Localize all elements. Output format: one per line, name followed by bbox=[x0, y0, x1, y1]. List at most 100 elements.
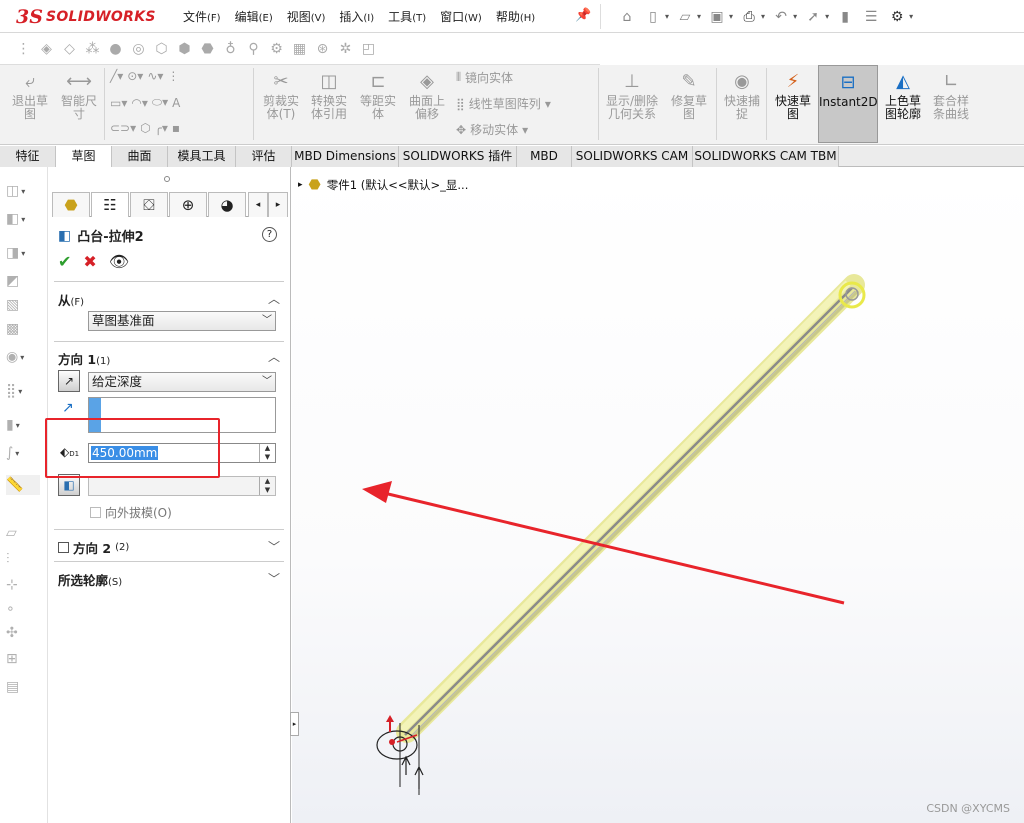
tab-features[interactable]: 特征 bbox=[0, 146, 56, 167]
feature-manager-tab-icon[interactable]: ⬣ bbox=[52, 192, 90, 217]
ellipse-icon[interactable]: ⬭▾ bbox=[152, 95, 168, 110]
shell-icon[interactable]: ▩ bbox=[6, 319, 40, 339]
toolbar-icon-7[interactable]: ⬢ bbox=[175, 40, 194, 58]
offset-on-surface-button[interactable]: ◈ 曲面上偏移 bbox=[404, 69, 450, 121]
reference-plane-icon[interactable]: ▱ bbox=[6, 523, 40, 543]
draft-outward-checkbox[interactable]: 向外拔模(O) bbox=[90, 504, 172, 521]
toolbar-icon-11[interactable]: ⚙ bbox=[267, 40, 286, 58]
toolbar-icon-1[interactable]: ◈ bbox=[37, 40, 56, 58]
toolbar-icon-2[interactable]: ◇ bbox=[60, 40, 79, 58]
revolve-boss-icon[interactable]: ◧ ▾ bbox=[6, 209, 40, 229]
draft-angle-input[interactable]: ▲ ▼ bbox=[88, 476, 276, 496]
slot-icon[interactable]: ⊂⊃▾ bbox=[110, 121, 136, 135]
text-icon[interactable]: A bbox=[172, 96, 180, 110]
pattern-feature-icon[interactable]: ⣿ ▾ bbox=[6, 381, 40, 401]
tab-mbd-dimensions[interactable]: MBD Dimensions bbox=[292, 146, 399, 167]
rectangle-icon[interactable]: ▭▾ bbox=[110, 96, 127, 110]
menu-edit[interactable]: 编辑(E) bbox=[235, 8, 273, 25]
toolbar-icon-8[interactable]: ⬣ bbox=[198, 40, 217, 58]
show-delete-relations-button[interactable]: ⊥ 显示/删除几何关系 bbox=[602, 69, 662, 121]
spline-icon[interactable]: ∿▾ bbox=[147, 69, 163, 83]
rapid-sketch-button[interactable]: ⚡ 快速草图 bbox=[770, 69, 816, 121]
exit-sketch-button[interactable]: ⤶ 退出草图 bbox=[8, 69, 52, 121]
dim-xpert-tab-icon[interactable]: ⊕ bbox=[169, 192, 207, 217]
polygon-icon[interactable]: ⬡ bbox=[140, 121, 150, 135]
rebuild-icon[interactable]: ▮ bbox=[835, 8, 855, 26]
depth-spinner[interactable]: ▲ ▼ bbox=[259, 444, 275, 462]
curves-icon[interactable]: ∫ ▾ bbox=[6, 443, 40, 463]
chevron-up-icon[interactable]: ︿ bbox=[268, 290, 280, 307]
toolbar-icon-3[interactable]: ⁂ bbox=[83, 40, 102, 58]
file-properties-icon[interactable]: ☰ bbox=[861, 8, 881, 26]
tab-surfaces[interactable]: 曲面 bbox=[112, 146, 168, 167]
chevron-down-icon[interactable]: ﹀ bbox=[268, 570, 280, 587]
tab-solidworks-cam-tbm[interactable]: SOLIDWORKS CAM TBM bbox=[693, 146, 839, 167]
convert-entities-button[interactable]: ◫ 转换实体引用 bbox=[306, 69, 352, 121]
from-select[interactable]: 草图基准面 ﹀ bbox=[88, 311, 276, 331]
solidworks-logo[interactable]: 3S SOLIDWORKS bbox=[16, 6, 156, 28]
toolbar-icon-6[interactable]: ⬡ bbox=[152, 40, 171, 58]
property-manager-tab-icon[interactable]: ☷ bbox=[91, 192, 129, 217]
reference-axis-icon[interactable]: ⫶ bbox=[6, 549, 40, 569]
extrude-cut-icon[interactable]: ◨ ▾ bbox=[6, 243, 40, 263]
line-icon[interactable]: ╱▾ bbox=[110, 69, 123, 83]
sweep-icon[interactable]: ◩ bbox=[6, 271, 40, 291]
fillet-feature-icon[interactable]: ◉ ▾ bbox=[6, 347, 40, 367]
display-manager-tab-icon[interactable]: ◕ bbox=[208, 192, 246, 217]
repair-sketch-button[interactable]: ✎ 修复草图 bbox=[666, 69, 712, 121]
help-icon[interactable]: ? bbox=[262, 227, 277, 242]
panel-grip-icon[interactable] bbox=[164, 176, 170, 182]
draft-angle-spinner[interactable]: ▲ ▼ bbox=[259, 477, 275, 495]
sketch-icon-a[interactable]: ⋮ bbox=[167, 69, 179, 83]
graphics-viewport[interactable]: ▸ ⬣ 零件1 (默认<<默认>_显... ▸ CSDN @XYCMS bbox=[290, 167, 1024, 823]
select-pointer-icon[interactable]: ➚ bbox=[803, 8, 823, 26]
smart-dimension-button[interactable]: ⟷ 智能尺寸 bbox=[56, 69, 102, 121]
menu-file[interactable]: 文件(F) bbox=[183, 8, 221, 25]
print-icon[interactable]: ⎙ bbox=[739, 8, 759, 26]
linear-pattern-button[interactable]: ⣿ 线性草图阵列 ▾ bbox=[456, 95, 551, 112]
move-entities-button[interactable]: ✥ 移动实体 ▾ bbox=[456, 121, 528, 138]
circle-icon[interactable]: ⊙▾ bbox=[127, 69, 143, 83]
chevron-up-icon[interactable]: ︿ bbox=[268, 348, 280, 365]
open-folder-icon[interactable]: ▱ bbox=[675, 8, 695, 26]
direction1-header[interactable]: 方向 1(1) bbox=[58, 349, 110, 368]
home-icon[interactable]: ⌂ bbox=[617, 8, 637, 26]
tab-scroll-right-icon[interactable]: ▸ bbox=[268, 192, 288, 217]
preview-eye-icon[interactable]: 👁 bbox=[109, 252, 129, 271]
fillet-icon[interactable]: ╭▾ bbox=[155, 121, 168, 135]
toolbar-icon-14[interactable]: ✲ bbox=[336, 40, 355, 58]
toolbar-icon-15[interactable]: ◰ bbox=[359, 40, 378, 58]
mate-reference-icon[interactable]: ✣ bbox=[6, 623, 40, 643]
point-ref-icon[interactable]: ∘ bbox=[6, 599, 40, 619]
extruded-rod[interactable] bbox=[396, 274, 865, 743]
selected-contours-header[interactable]: 所选轮廓(S) bbox=[58, 570, 122, 589]
toolbar-icon-4[interactable]: ● bbox=[106, 40, 125, 58]
extrude-boss-icon[interactable]: ◫ ▾ bbox=[6, 181, 40, 201]
menu-view[interactable]: 视图(V) bbox=[287, 8, 326, 25]
mirror-entities-button[interactable]: ⫴ 镜向实体 bbox=[456, 69, 513, 86]
chevron-down-icon[interactable]: ﹀ bbox=[268, 538, 280, 555]
tab-solidworks-cam[interactable]: SOLIDWORKS CAM bbox=[572, 146, 693, 167]
save-icon[interactable]: ▣ bbox=[707, 8, 727, 26]
tab-evaluate[interactable]: 评估 bbox=[236, 146, 292, 167]
from-header[interactable]: 从(F) bbox=[58, 290, 84, 309]
pin-icon[interactable]: 📌 bbox=[575, 8, 591, 23]
fit-spline-button[interactable]: ∟ 套合样条曲线 bbox=[928, 69, 974, 121]
menu-insert[interactable]: 插入(I) bbox=[339, 8, 374, 25]
shaded-sketch-contours-button[interactable]: ◭ 上色草图轮廓 bbox=[880, 69, 926, 121]
menu-tools[interactable]: 工具(T) bbox=[388, 8, 426, 25]
toolbar-icon-5[interactable]: ◎ bbox=[129, 40, 148, 58]
quick-snaps-button[interactable]: ◉ 快速捕捉 bbox=[720, 69, 764, 121]
toolbar-icon-12[interactable]: ▦ bbox=[290, 40, 309, 58]
configuration-manager-tab-icon[interactable]: ⛋ bbox=[130, 192, 168, 217]
menu-window[interactable]: 窗口(W) bbox=[440, 8, 482, 25]
end-condition-select[interactable]: 给定深度 ﹀ bbox=[88, 372, 276, 392]
tab-scroll-left-icon[interactable]: ◂ bbox=[248, 192, 268, 217]
menu-help[interactable]: 帮助(H) bbox=[496, 8, 535, 25]
point-icon[interactable]: ▪ bbox=[172, 121, 180, 135]
reverse-direction-icon[interactable]: ↗ bbox=[58, 370, 80, 392]
arc-icon[interactable]: ◠▾ bbox=[131, 96, 148, 110]
tab-mold-tools[interactable]: 模具工具 bbox=[168, 146, 236, 167]
trim-entities-button[interactable]: ✂ 剪裁实体(T) bbox=[258, 69, 304, 121]
sheet-metal-icon[interactable]: ▤ bbox=[6, 677, 40, 697]
